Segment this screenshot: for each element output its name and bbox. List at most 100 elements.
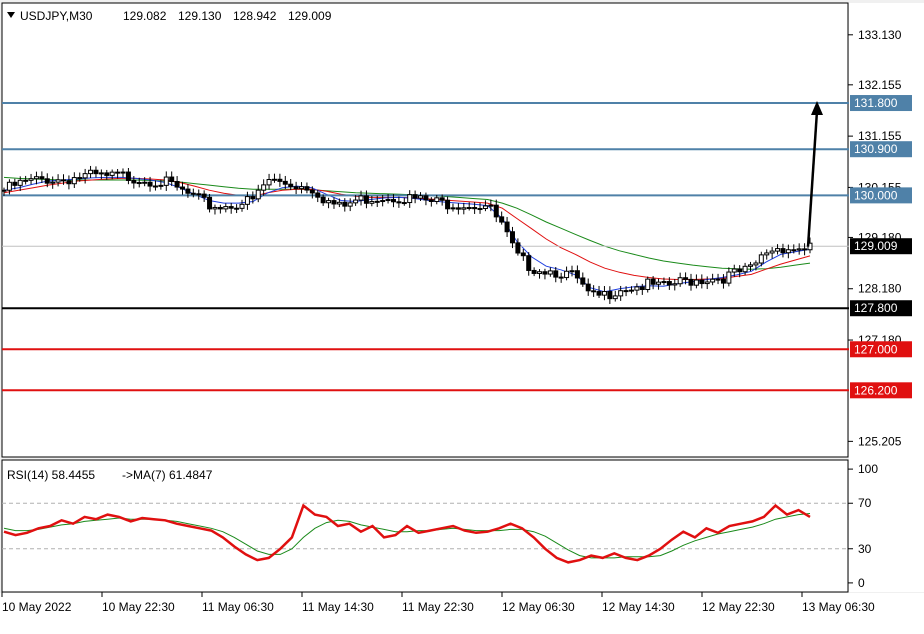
chart-canvas[interactable]: 133.130132.155131.155130.155129.180128.1… <box>0 0 924 634</box>
candle-body <box>482 205 488 210</box>
candle-body <box>217 206 223 210</box>
rsi-ma-label: ->MA(7) 61.4847 <box>122 468 213 482</box>
candle-body <box>98 172 104 175</box>
candle-body <box>293 186 299 190</box>
time-tick-label: 11 May 14:30 <box>302 600 374 614</box>
candle-body <box>666 281 672 286</box>
candle-body <box>504 221 510 233</box>
candle-body <box>39 176 45 180</box>
candle-body <box>526 255 532 271</box>
candle-body <box>596 291 602 296</box>
price-tick-label: 125.205 <box>858 434 902 448</box>
candle-body <box>618 290 624 297</box>
candle-body <box>104 172 110 176</box>
main-plot-area[interactable] <box>1 2 849 458</box>
candle-body <box>661 281 667 284</box>
candle-body <box>228 206 234 209</box>
candle-body <box>753 262 759 266</box>
candle-body <box>607 291 613 300</box>
candle-body <box>315 192 321 198</box>
candle-body <box>547 270 553 275</box>
candle-body <box>185 188 191 194</box>
candle-body <box>1 189 7 192</box>
candle-body <box>699 279 705 285</box>
candle-body <box>407 194 413 204</box>
candle-body <box>115 171 121 174</box>
candle-body <box>531 269 537 274</box>
candle-body <box>309 189 315 194</box>
rsi-tick-label: 100 <box>858 462 878 476</box>
candle-body <box>342 201 348 207</box>
candle-body <box>601 291 607 296</box>
candle-body <box>374 200 380 203</box>
candle-body <box>677 277 683 285</box>
candle-body <box>650 278 656 285</box>
candle-body <box>174 181 180 188</box>
candle-body <box>390 199 396 203</box>
candle-body <box>558 276 564 279</box>
candle-body <box>336 201 342 205</box>
time-tick-label: 10 May 22:30 <box>102 600 175 614</box>
candle-body <box>580 277 586 285</box>
candle-body <box>125 171 131 181</box>
candle-body <box>196 193 202 196</box>
candle-body <box>656 281 662 285</box>
candle-body <box>396 201 402 204</box>
candle-body <box>628 289 634 292</box>
candle-body <box>120 171 126 174</box>
level-tag-label: 127.800 <box>854 301 898 315</box>
price-tick-label: 133.130 <box>858 28 902 42</box>
candle-body <box>710 278 716 283</box>
candle-body <box>44 178 50 184</box>
candle-body <box>363 195 369 204</box>
time-tick-label: 11 May 06:30 <box>202 600 274 614</box>
level-tag-label: 126.200 <box>854 383 898 397</box>
candle-body <box>369 201 375 204</box>
rsi-tick-label: 0 <box>858 576 865 590</box>
candle-body <box>142 181 148 184</box>
candle-body <box>71 177 77 185</box>
candle-body <box>693 279 699 286</box>
candle-body <box>466 207 472 210</box>
level-tag-label: 131.800 <box>854 96 898 110</box>
candle-body <box>282 180 288 185</box>
candle-body <box>704 281 710 285</box>
candle-body <box>331 200 337 205</box>
candle-body <box>715 278 721 281</box>
candle-body <box>585 283 591 292</box>
candle-body <box>499 216 505 223</box>
ohlc-high: 129.130 <box>178 9 222 23</box>
candle-body <box>537 271 543 274</box>
candle-body <box>569 270 575 273</box>
candle-body <box>412 194 418 199</box>
candle-body <box>77 177 83 180</box>
candle-body <box>23 179 29 182</box>
candle-body <box>277 178 283 182</box>
candle-body <box>720 278 726 284</box>
candle-body <box>553 270 559 278</box>
candle-body <box>785 249 791 254</box>
candle-body <box>50 181 56 184</box>
level-tag-label: 127.000 <box>854 342 898 356</box>
candle-body <box>672 283 678 286</box>
candle-body <box>428 199 434 203</box>
candle-body <box>244 196 250 205</box>
candle-body <box>304 186 310 191</box>
candle-body <box>66 180 72 185</box>
candle-body <box>791 249 797 252</box>
chart-window: 133.130132.155131.155130.155129.180128.1… <box>0 0 924 634</box>
ohlc-open: 129.082 <box>123 9 167 23</box>
time-tick-label: 13 May 06:30 <box>802 600 875 614</box>
candle-body <box>455 207 461 210</box>
candle-body <box>418 195 424 199</box>
candle-body <box>299 186 305 190</box>
candle-body <box>639 286 645 291</box>
candle-body <box>152 185 158 188</box>
candle-body <box>266 179 272 186</box>
candle-body <box>326 200 332 204</box>
candle-body <box>520 252 526 257</box>
candle-body <box>33 176 39 180</box>
candle-body <box>764 252 770 256</box>
price-tick-label: 128.180 <box>858 282 902 296</box>
candle-body <box>131 179 137 184</box>
